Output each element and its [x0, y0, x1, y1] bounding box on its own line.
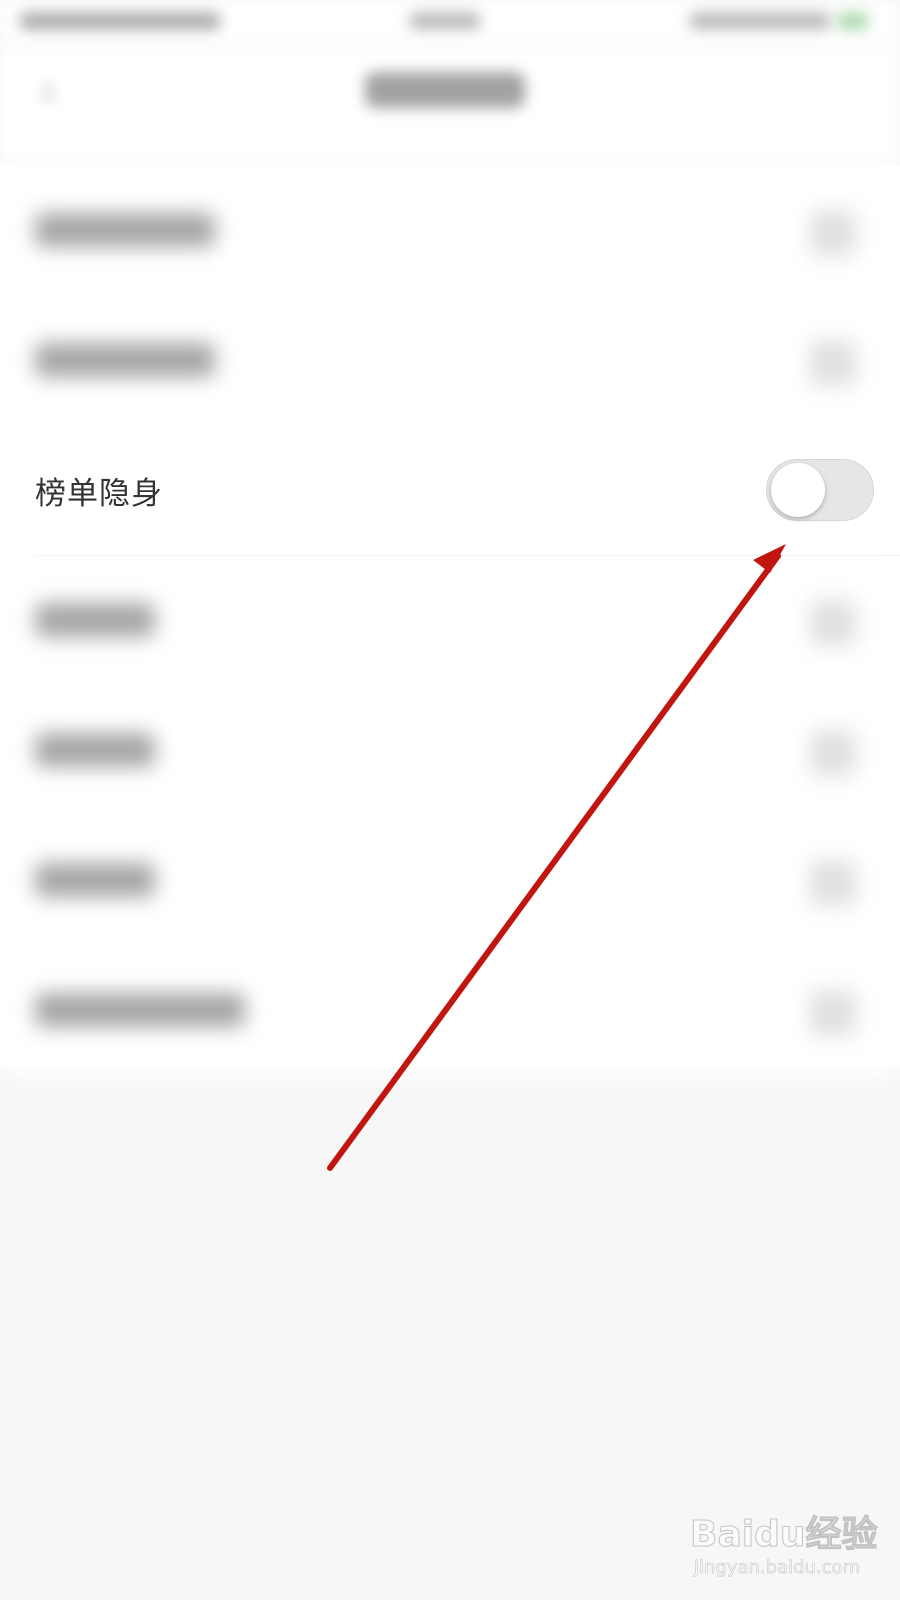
settings-row[interactable] [0, 685, 900, 815]
row-control-icon[interactable] [810, 340, 856, 386]
watermark-logo: Baidu经验 [690, 1514, 878, 1556]
status-bar-right-info [690, 12, 830, 30]
row-control-icon[interactable] [810, 990, 856, 1036]
status-bar [0, 0, 900, 44]
settings-row-label [35, 733, 155, 767]
settings-row[interactable] [0, 945, 900, 1075]
leaderboard-invisible-toggle[interactable] [766, 459, 874, 521]
row-control-icon[interactable] [810, 600, 856, 646]
watermark-url: jingyan.baidu.com [694, 1557, 861, 1579]
settings-row[interactable] [0, 165, 900, 295]
status-bar-left-info [20, 12, 220, 30]
settings-row-label [35, 993, 245, 1027]
header: ‹ [0, 44, 900, 165]
settings-list [0, 165, 900, 1075]
row-control-icon[interactable] [810, 860, 856, 906]
settings-row-label [35, 343, 215, 377]
status-bar-time [410, 12, 480, 30]
battery-icon [838, 12, 868, 30]
settings-row-label [35, 863, 155, 897]
baidu-jingyan-watermark: Baidu经验 jingyan.baidu.com [690, 1505, 880, 1585]
settings-row[interactable] [0, 815, 900, 945]
back-arrow-icon[interactable]: ‹ [28, 72, 68, 112]
settings-row-label [35, 603, 155, 637]
settings-screen: ‹ 榜单隐身 Baidu经验 jingyan.baidu.com [0, 0, 900, 1600]
settings-row-label: 榜单隐身 [35, 476, 163, 512]
row-control-icon[interactable] [810, 210, 856, 256]
row-control-icon[interactable] [810, 730, 856, 776]
settings-row[interactable] [0, 295, 900, 425]
settings-row[interactable] [0, 555, 900, 685]
page-title [365, 72, 525, 108]
settings-row-leaderboard-invisible: 榜单隐身 [0, 425, 900, 555]
settings-row-label [35, 213, 215, 247]
toggle-knob [771, 463, 825, 517]
